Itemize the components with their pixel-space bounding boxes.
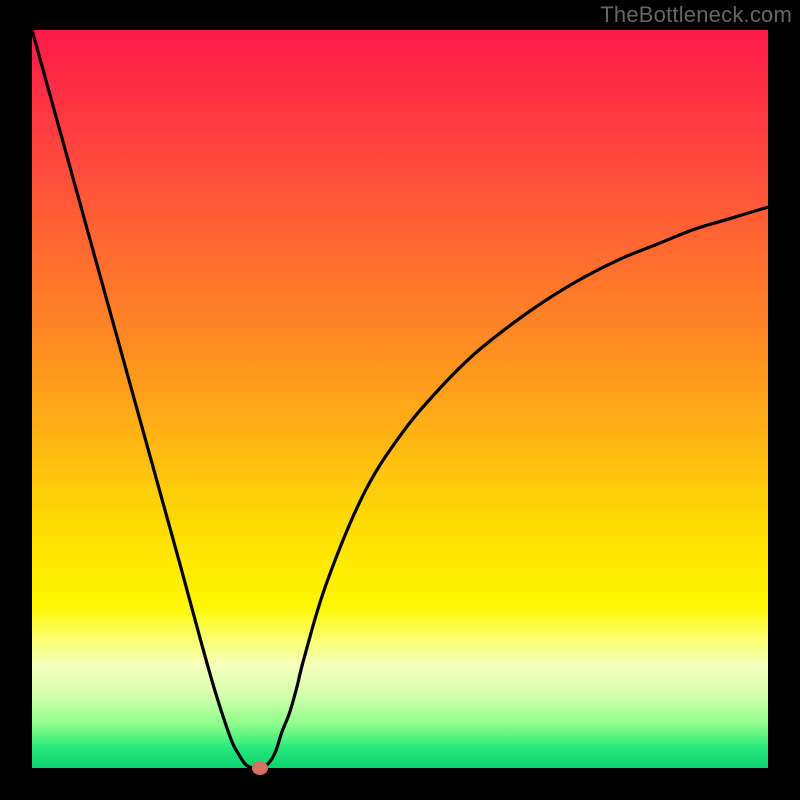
watermark-text: TheBottleneck.com: [600, 2, 792, 28]
plot-area: [32, 30, 768, 768]
chart-frame: TheBottleneck.com: [0, 0, 800, 800]
optimal-point-marker: [252, 761, 268, 775]
curve-svg: [32, 30, 768, 768]
bottleneck-curve: [32, 30, 768, 768]
